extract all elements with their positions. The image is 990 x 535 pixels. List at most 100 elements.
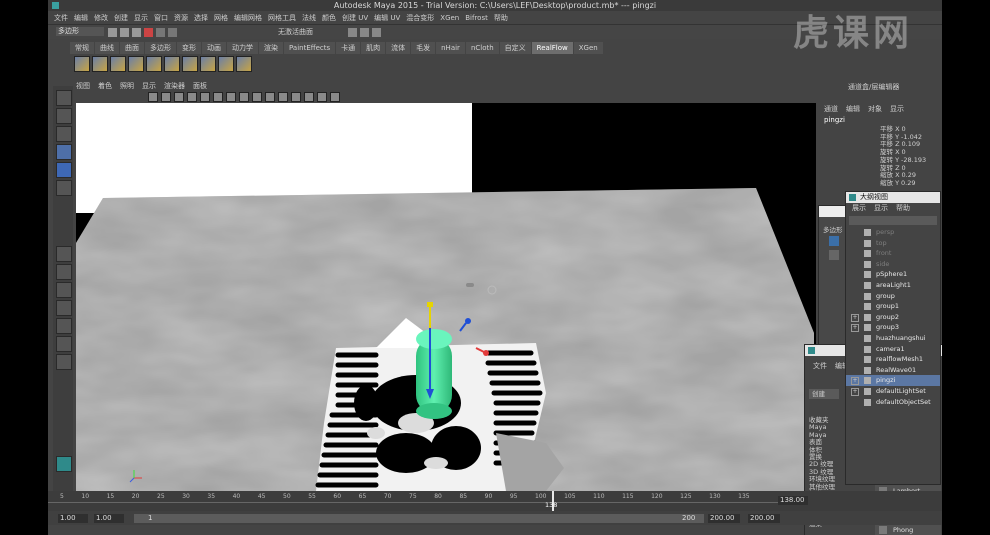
wireframe-icon[interactable] (239, 92, 249, 102)
render-icon[interactable] (348, 28, 357, 37)
playback-start-field[interactable]: 1.00 (94, 514, 124, 523)
outliner-item[interactable]: persp (846, 227, 940, 238)
shelf-tool-icon[interactable] (236, 56, 252, 72)
smooth-shade-icon[interactable] (252, 92, 262, 102)
outliner-item[interactable]: front (846, 248, 940, 259)
shelf-tool-icon[interactable] (92, 56, 108, 72)
layout-outliner-icon[interactable] (56, 300, 72, 316)
shelf-tab[interactable]: 多边形 (145, 42, 176, 54)
playback-end-field[interactable]: 200.00 (708, 514, 740, 523)
ipr-render-icon[interactable] (360, 28, 369, 37)
layout-single-icon[interactable] (56, 246, 72, 262)
channel-box-menu-item[interactable]: 通道 (824, 104, 838, 114)
outliner-item[interactable]: pSphere1 (846, 269, 940, 280)
shelf-tab[interactable]: nHair (436, 42, 465, 54)
shelf-tab[interactable]: 毛发 (411, 42, 436, 54)
outliner-filter-field[interactable] (849, 216, 937, 225)
textured-icon[interactable] (265, 92, 275, 102)
grid-toggle-icon[interactable] (200, 92, 210, 102)
scale-tool-icon[interactable] (56, 180, 72, 196)
shelf-tab[interactable]: 流体 (386, 42, 411, 54)
hypershade-create-tab[interactable]: 创建 (809, 389, 839, 399)
isolate-icon[interactable] (317, 92, 327, 102)
menu-item[interactable]: 修改 (94, 13, 108, 23)
shelf-tab[interactable]: PaintEffects (284, 42, 336, 54)
menu-item[interactable]: 创建 (114, 13, 128, 23)
layout-graph-icon[interactable] (56, 318, 72, 334)
outliner-item[interactable]: top (846, 238, 940, 249)
outliner-menu-item[interactable]: 展示 (852, 203, 866, 214)
camera-select-icon[interactable] (148, 92, 158, 102)
channel-box-object[interactable]: pingzi (824, 116, 845, 124)
shelf-tab[interactable]: XGen (573, 42, 603, 54)
save-scene-icon[interactable] (132, 28, 141, 37)
perspective-viewport[interactable] (76, 103, 816, 491)
material-item[interactable]: Phong (875, 524, 941, 535)
outliner-item[interactable]: realflowMesh1 (846, 354, 940, 365)
shelf-tab[interactable]: 曲线 (95, 42, 119, 54)
outliner-item[interactable]: + group2 (846, 312, 940, 323)
shelf-tool-icon[interactable] (200, 56, 216, 72)
menu-item[interactable]: 选择 (194, 13, 208, 23)
snap-curve-icon[interactable] (168, 28, 177, 37)
shelf-tool-icon[interactable] (218, 56, 234, 72)
expand-toggle-icon[interactable]: + (851, 377, 859, 386)
shelf-tool-icon[interactable] (128, 56, 144, 72)
viewport-menu-item[interactable]: 着色 (98, 81, 112, 91)
outliner-item[interactable]: camera1 (846, 344, 940, 355)
outliner-item[interactable]: + defaultLightSet (846, 386, 940, 397)
lights-icon[interactable] (278, 92, 288, 102)
outliner-item[interactable]: huazhuangshui (846, 333, 940, 344)
bookmark-icon[interactable] (174, 92, 184, 102)
expand-toggle-icon[interactable]: + (851, 313, 859, 322)
outliner-menu-item[interactable]: 显示 (874, 203, 888, 214)
viewport-menu-item[interactable]: 视图 (76, 81, 90, 91)
menu-item[interactable]: 资源 (174, 13, 188, 23)
select-mode-icon[interactable] (144, 28, 153, 37)
no-live-surface[interactable]: 无激活曲面 (278, 27, 313, 37)
layout-two-icon[interactable] (56, 282, 72, 298)
viewport-menu-item[interactable]: 渲染器 (164, 81, 185, 91)
outliner-item[interactable]: + group3 (846, 322, 940, 333)
new-scene-icon[interactable] (108, 28, 117, 37)
layout-four-icon[interactable] (56, 264, 72, 280)
hypershade-back-icon[interactable] (829, 236, 839, 246)
outliner-menu-item[interactable]: 帮助 (896, 203, 910, 214)
shelf-tab[interactable]: 动力学 (227, 42, 258, 54)
current-frame-field[interactable]: 138.00 (778, 496, 808, 505)
paint-select-tool-icon[interactable] (56, 126, 72, 142)
menu-item[interactable]: 文件 (54, 13, 68, 23)
xray-icon[interactable] (304, 92, 314, 102)
menu-item[interactable]: 颜色 (322, 13, 336, 23)
channel-box-menu-item[interactable]: 对象 (868, 104, 882, 114)
outliner-item[interactable]: group1 (846, 301, 940, 312)
viewport-menu-item[interactable]: 显示 (142, 81, 156, 91)
time-slider[interactable]: 5 10 15 20 25 30 35 40 45 50 55 60 65 70 75 80 85 90 95 100… (48, 491, 942, 511)
expand-toggle-icon[interactable]: + (851, 387, 859, 396)
camera-attr-icon[interactable] (161, 92, 171, 102)
hypershade-back-icon[interactable] (829, 250, 839, 260)
channel-box-menu-item[interactable]: 显示 (890, 104, 904, 114)
maya-home-icon[interactable] (56, 456, 72, 472)
render-settings-icon[interactable] (372, 28, 381, 37)
shelf-tool-icon[interactable] (146, 56, 162, 72)
outliner-item[interactable]: side (846, 259, 940, 270)
menu-item[interactable]: 创建 UV (342, 13, 368, 23)
menu-item[interactable]: Bifrost (465, 14, 488, 22)
channel-attribute-value[interactable]: 0 (902, 148, 906, 156)
menu-item[interactable]: 帮助 (494, 13, 508, 23)
expand-toggle-icon[interactable]: + (851, 324, 859, 333)
menu-item[interactable]: 编辑 UV (374, 13, 400, 23)
select-tool-icon[interactable] (56, 90, 72, 106)
range-slider[interactable]: 1 200 (134, 514, 704, 523)
area-light-gizmo[interactable] (466, 283, 474, 287)
hypershade-menu-item[interactable]: 文件 (813, 361, 827, 371)
viewport-menu-item[interactable]: 照明 (120, 81, 134, 91)
snap-grid-icon[interactable] (156, 28, 165, 37)
shelf-tab[interactable]: 渲染 (259, 42, 283, 54)
shelf-tool-icon[interactable] (110, 56, 126, 72)
channel-box-menu-item[interactable]: 编辑 (846, 104, 860, 114)
layout-hypershade-icon[interactable] (56, 336, 72, 352)
channel-attribute-row[interactable]: 缩放 Y 0.29 (880, 179, 926, 188)
hud-icon[interactable] (330, 92, 340, 102)
